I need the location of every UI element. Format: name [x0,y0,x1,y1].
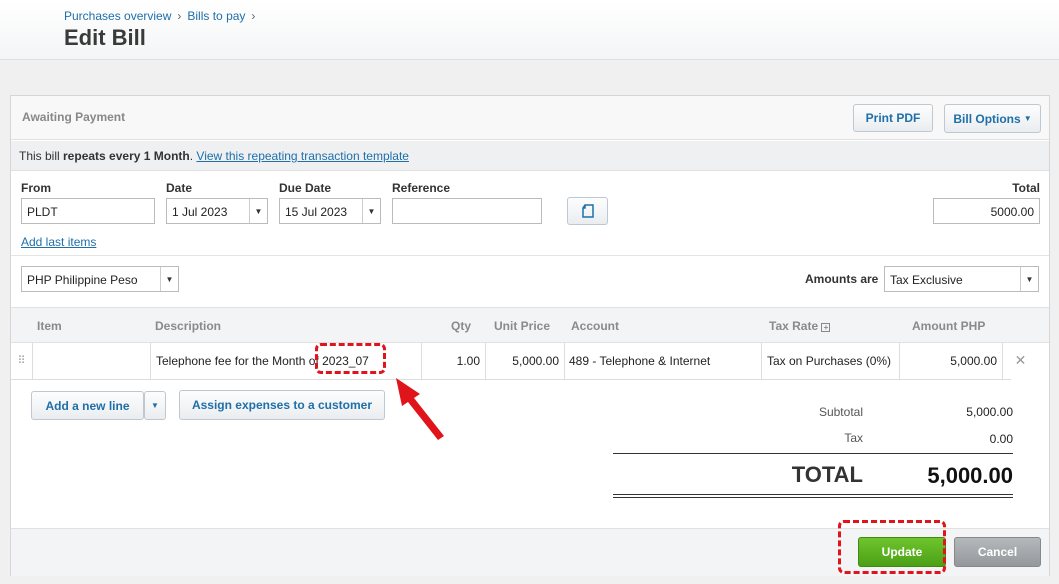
item-cell[interactable] [32,343,150,380]
line-items-header: Item Description Qty Unit Price Account … [11,307,1049,343]
header-tax-rate-label: Tax Rate [769,319,819,333]
due-date-value: 15 Jul 2023 [285,205,348,219]
drag-handle-icon[interactable]: ⠿ [11,343,32,380]
date-value: 1 Jul 2023 [172,205,228,219]
breadcrumb-bills-to-pay[interactable]: Bills to pay [187,9,245,23]
repeat-prefix: This bill [19,149,64,163]
header-item: Item [37,319,62,333]
remove-line-icon[interactable]: ✕ [1002,343,1038,380]
unit-price-cell[interactable]: 5,000.00 [485,343,564,380]
tax-value: 0.00 [989,432,1013,446]
assign-expenses-label: Assign expenses to a customer [191,398,373,412]
chevron-down-icon: ▼ [1023,114,1032,123]
repeat-frequency: repeats every 1 Month [63,149,190,163]
currency-value: PHP Philippine Peso [27,273,138,287]
repeating-template-link[interactable]: View this repeating transaction template [196,149,409,163]
repeat-info-bar: This bill repeats every 1 Month. View th… [11,141,1049,171]
bill-panel: Awaiting Payment Print PDF Bill Options ▼… [10,95,1050,576]
amounts-are-select[interactable]: Tax Exclusive ▼ [884,266,1039,292]
total-label: Total [1012,181,1040,195]
copy-button[interactable] [567,197,608,225]
plus-box-icon[interactable]: + [821,323,831,332]
tax-rate-cell[interactable]: Tax on Purchases (0%) [761,343,899,380]
date-label: Date [166,181,193,195]
chevron-down-icon: ▼ [1020,267,1038,291]
from-field[interactable]: PLDT [21,198,155,224]
breadcrumb-separator: › [177,9,182,23]
header-tax-rate: Tax Rate + [769,319,831,333]
due-date-label: Due Date [279,181,332,195]
header-account: Account [571,319,619,333]
divider [11,255,1049,256]
tax-label: Tax [844,431,863,445]
page-header: Purchases overview › Bills to pay › Edit Bi… [0,0,1059,60]
amount-cell[interactable]: 5,000.00 [899,343,1002,380]
account-cell[interactable]: 489 - Telephone & Internet [564,343,761,380]
cancel-label: Cancel [977,545,1018,559]
header-amount: Amount PHP [912,319,986,333]
from-label: From [21,181,51,195]
add-new-line-button[interactable]: Add a new line [31,391,144,420]
chevron-down-icon[interactable]: ▼ [249,199,267,223]
copy-icon [581,204,594,218]
total-field[interactable]: 5000.00 [933,198,1040,224]
due-date-field[interactable]: 15 Jul 2023 ▼ [279,198,381,224]
page-title: Edit Bill [64,25,146,50]
add-new-line-label: Add a new line [45,398,130,413]
header-unit-price: Unit Price [494,319,551,333]
breadcrumb-purchases-overview[interactable]: Purchases overview [64,9,171,23]
table-row: ⠿ Telephone fee for the Month of 2023_07… [11,343,1026,380]
cancel-button[interactable]: Cancel [954,537,1041,567]
assign-expenses-button[interactable]: Assign expenses to a customer [179,390,385,420]
currency-select[interactable]: PHP Philippine Peso ▼ [21,266,179,292]
grand-total-value: 5,000.00 [927,463,1013,488]
chevron-down-icon: ▼ [160,267,178,291]
totals-divider [613,453,1013,454]
date-field[interactable]: 1 Jul 2023 ▼ [166,198,268,224]
annotation-highlight-update [838,520,946,574]
breadcrumb-separator: › [251,9,256,23]
annotation-arrow-icon [396,378,444,440]
bill-options-button[interactable]: Bill Options ▼ [944,104,1041,133]
annotation-highlight-description [315,343,386,374]
reference-label: Reference [392,181,451,195]
print-pdf-label: Print PDF [865,111,921,125]
totals-double-rule [613,494,1013,498]
chevron-down-icon: ▼ [151,401,159,410]
add-last-items-link[interactable]: Add last items [21,235,96,249]
amounts-are-label: Amounts are [805,272,879,286]
grand-total-label: TOTAL [791,462,863,487]
status-text: Awaiting Payment [22,110,126,124]
bill-toolbar: Awaiting Payment Print PDF Bill Options ▼ [11,96,1049,140]
add-line-dropdown-button[interactable]: ▼ [144,391,166,420]
breadcrumb: Purchases overview › Bills to pay › [64,9,261,23]
reference-field[interactable] [392,198,542,224]
amounts-are-value: Tax Exclusive [890,273,963,287]
header-description: Description [155,319,222,333]
print-pdf-button[interactable]: Print PDF [853,104,933,132]
subtotal-value: 5,000.00 [966,405,1013,419]
bill-options-label: Bill Options [953,111,1021,126]
header-qty: Qty [451,319,472,333]
subtotal-label: Subtotal [818,405,863,419]
chevron-down-icon[interactable]: ▼ [362,199,380,223]
